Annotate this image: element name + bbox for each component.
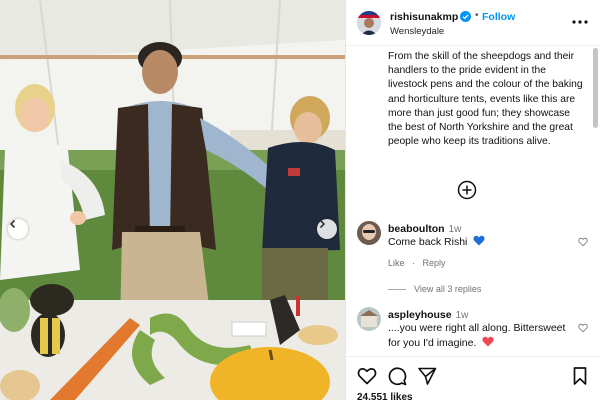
meta-separator: ·: [412, 258, 416, 268]
post-header: rishisunakmp • Follow Wensleydale: [346, 0, 600, 46]
comment-text: Come back Rishi: [388, 235, 580, 250]
comment-reply-button[interactable]: Reply: [423, 258, 446, 268]
separator-dot: •: [475, 10, 479, 21]
author-avatar[interactable]: [357, 11, 381, 35]
comments-scrollbar[interactable]: [593, 48, 598, 128]
bookmark-icon[interactable]: [570, 366, 590, 386]
share-icon[interactable]: [417, 366, 437, 386]
comment-time: 1w: [455, 310, 469, 321]
comment-meta: Like · Reply: [388, 258, 446, 268]
author-avatar-image: [357, 11, 381, 35]
author-username[interactable]: rishisunakmp: [390, 11, 458, 23]
post-photo: [0, 0, 345, 400]
commenter-avatar-image: [357, 307, 381, 331]
next-photo-button[interactable]: [317, 219, 337, 239]
comment-like-button[interactable]: Like: [388, 258, 405, 268]
red-heart-emoji-icon: [482, 336, 494, 347]
post-location[interactable]: Wensleydale: [390, 26, 444, 37]
load-more-icon[interactable]: [457, 180, 477, 200]
comment-text-content: Come back Rishi: [388, 236, 468, 248]
comment-text-content: ....you were right all along. Bitterswee…: [388, 322, 566, 349]
comment-username[interactable]: beaboulton 1w: [388, 223, 461, 235]
comment-heart-icon[interactable]: [578, 237, 588, 247]
commenter-avatar[interactable]: [357, 221, 381, 245]
post-actions-bar: 24,551 likes: [346, 356, 600, 400]
previous-photo-button[interactable]: [8, 219, 28, 239]
likes-count[interactable]: 24,551 likes: [357, 392, 413, 400]
comment-icon[interactable]: [387, 366, 407, 386]
blue-heart-emoji-icon: [473, 235, 485, 246]
heart-icon[interactable]: [357, 366, 377, 386]
comment-time: 1w: [448, 224, 462, 235]
verified-badge-icon: [460, 11, 471, 22]
chevron-left-icon: [9, 219, 16, 229]
commenter-avatar-image: [357, 221, 381, 245]
follow-button[interactable]: Follow: [482, 11, 515, 23]
post-side-panel: rishisunakmp • Follow Wensleydale From t…: [345, 0, 600, 400]
comment-username-text[interactable]: beaboulton: [388, 223, 445, 235]
comment-text: ....you were right all along. Bitterswee…: [388, 321, 580, 351]
view-replies-label[interactable]: View all 3 replies: [414, 284, 481, 294]
replies-divider-line: [388, 288, 406, 290]
chevron-right-icon: [319, 219, 326, 229]
comment-username[interactable]: aspleyhouse 1w: [388, 309, 468, 321]
view-replies-button[interactable]: View all 3 replies: [388, 284, 481, 294]
more-options-icon[interactable]: [570, 14, 590, 30]
photo-illustration: [0, 0, 345, 400]
commenter-avatar[interactable]: [357, 307, 381, 331]
comment-heart-icon[interactable]: [578, 323, 588, 333]
comment-username-text[interactable]: aspleyhouse: [388, 309, 452, 321]
post-caption: From the skill of the sheepdogs and thei…: [388, 51, 583, 148]
